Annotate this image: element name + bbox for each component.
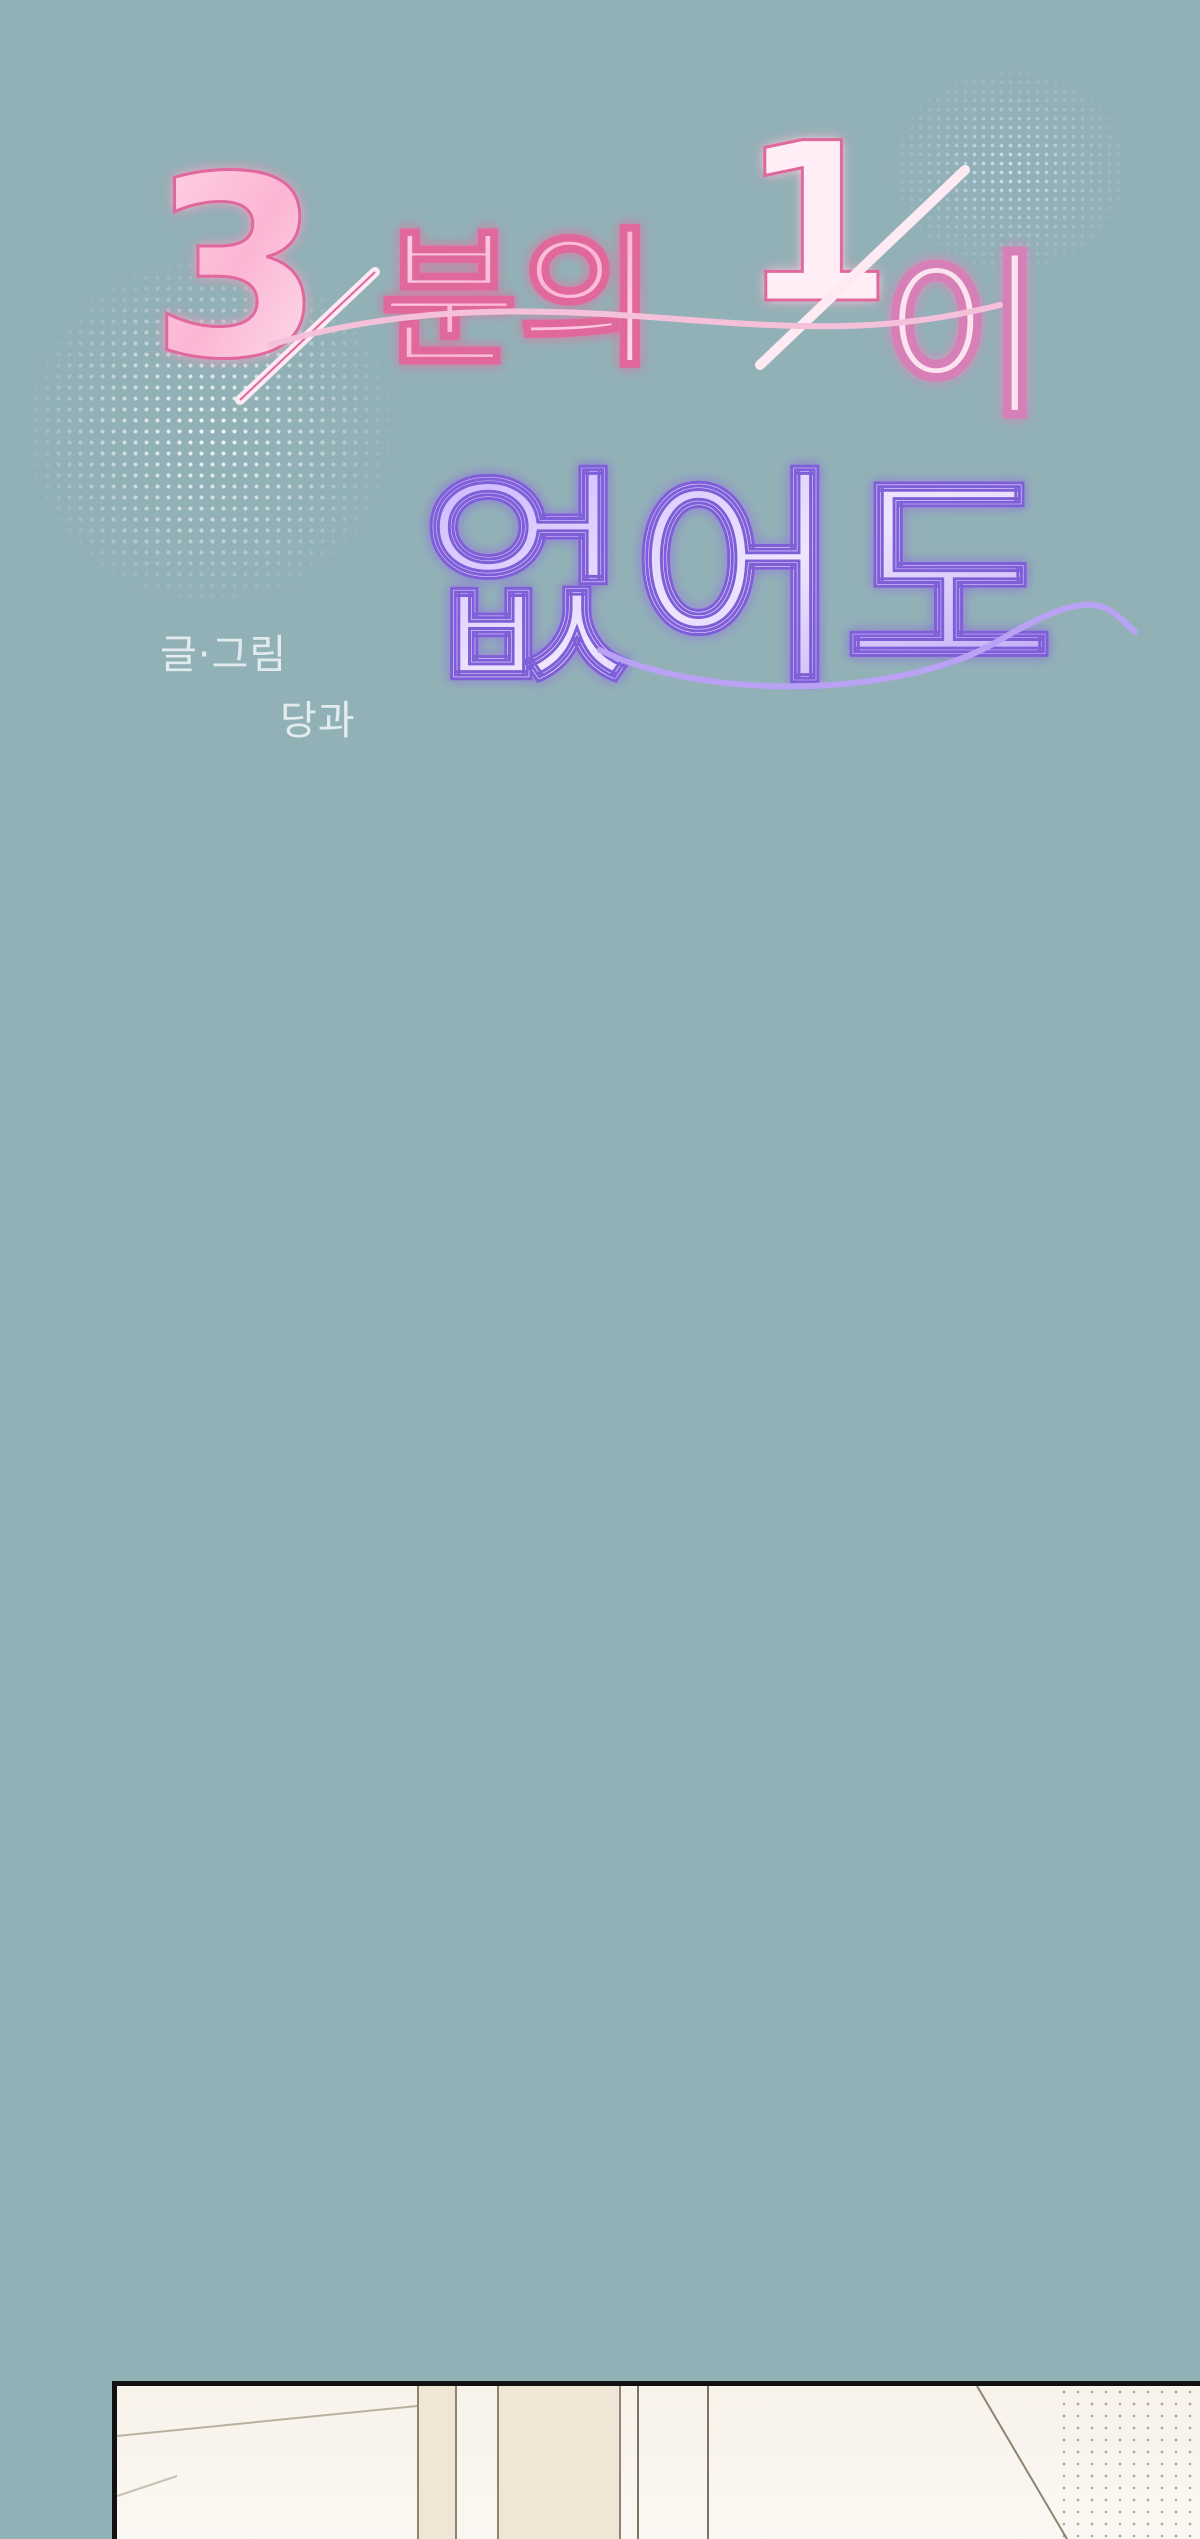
webtoon-page: 3 분의 1 이 없어도 글·그림 당과	[0, 0, 1200, 2539]
title-word-bunui: 분의	[380, 214, 656, 388]
panel-texture	[1057, 2386, 1200, 2539]
panel-pillar-center	[497, 2386, 621, 2539]
title-numeral-three: 3	[150, 123, 324, 414]
panel-pillar-left	[417, 2386, 457, 2539]
title-logo: 3 분의 1 이 없어도	[149, 95, 1138, 717]
title-word-i: 이	[880, 234, 1046, 443]
credit-author: 당과	[280, 698, 356, 744]
panel-lineart	[117, 2386, 1069, 2539]
panel-edge-line	[637, 2386, 639, 2539]
comic-panel	[112, 2381, 1200, 2539]
title-word-eopseodo: 없어도	[420, 448, 1055, 715]
credit-role: 글·그림	[160, 632, 288, 678]
panel-edge-line	[707, 2386, 709, 2539]
